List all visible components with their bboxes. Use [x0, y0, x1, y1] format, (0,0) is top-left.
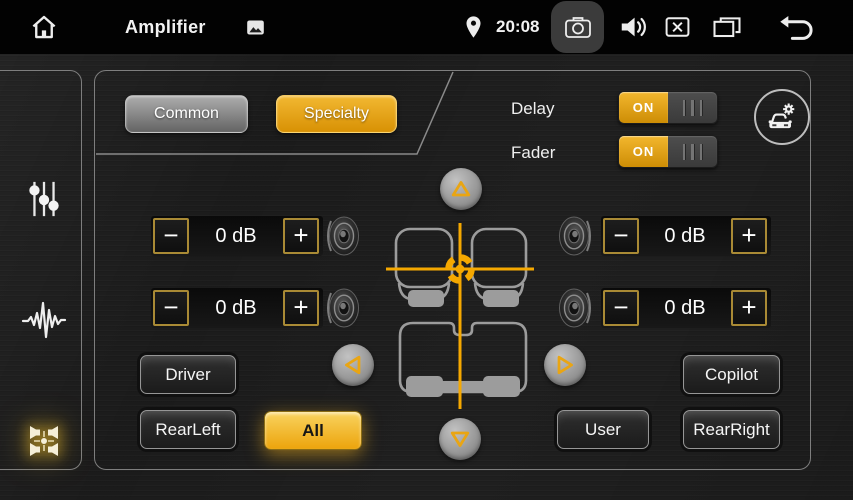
rear-bench-seat — [400, 323, 526, 392]
tab-common[interactable]: Common — [125, 95, 248, 133]
toggle-grip-icon — [668, 92, 717, 123]
minus-button[interactable]: − — [153, 290, 189, 326]
gain-value-rear-left: 0 dB — [215, 297, 256, 320]
speaker-icon — [323, 286, 361, 330]
toggle-grip-icon — [668, 136, 717, 167]
speaker-icon — [323, 214, 361, 258]
camera-icon[interactable] — [551, 1, 604, 53]
recents-icon[interactable] — [708, 0, 746, 54]
amplifier-panel: Common Specialty Delay ON Fader ON — [94, 70, 811, 470]
zone-user-button[interactable]: User — [557, 410, 649, 449]
delay-toggle[interactable]: ON — [618, 91, 718, 124]
close-icon[interactable] — [660, 0, 694, 54]
zone-copilot-button[interactable]: Copilot — [683, 355, 780, 394]
gain-row-front-right: − 0 dB + — [601, 216, 771, 256]
location-icon — [460, 0, 486, 54]
front-left-seat — [396, 229, 452, 287]
gain-row-rear-left: − 0 dB + — [151, 288, 323, 328]
fader-toggle-on-label: ON — [619, 136, 668, 167]
plus-button[interactable]: + — [731, 290, 767, 326]
tab-specialty[interactable]: Specialty — [276, 95, 397, 133]
car-settings-icon[interactable] — [754, 89, 810, 145]
fader-toggle[interactable]: ON — [618, 135, 718, 168]
gain-row-front-left: − 0 dB + — [151, 216, 323, 256]
gain-row-rear-right: − 0 dB + — [601, 288, 771, 328]
arrow-left-icon[interactable] — [332, 344, 374, 386]
minus-button[interactable]: − — [153, 218, 189, 254]
crosshair-target-icon — [449, 258, 472, 281]
plus-button[interactable]: + — [283, 218, 319, 254]
zone-driver-button[interactable]: Driver — [140, 355, 236, 394]
home-icon[interactable] — [26, 0, 62, 54]
speaker-icon — [557, 214, 595, 258]
equalizer-icon[interactable] — [20, 175, 68, 223]
plus-button[interactable]: + — [731, 218, 767, 254]
zone-all-button[interactable]: All — [264, 411, 362, 450]
plus-button[interactable]: + — [283, 290, 319, 326]
speaker-balance-icon[interactable] — [20, 417, 68, 465]
arrow-down-icon[interactable] — [439, 418, 481, 460]
seat-balance-map — [376, 181, 546, 446]
status-bar: Amplifier 20:08 — [0, 0, 853, 54]
arrow-right-icon[interactable] — [544, 344, 586, 386]
page-title: Amplifier — [125, 0, 206, 54]
gain-value-front-left: 0 dB — [215, 225, 256, 248]
clock: 20:08 — [496, 0, 539, 54]
gain-value-rear-right: 0 dB — [664, 297, 705, 320]
zone-rearleft-button[interactable]: RearLeft — [140, 410, 236, 449]
minus-button[interactable]: − — [603, 290, 639, 326]
delay-toggle-on-label: ON — [619, 92, 668, 123]
gallery-icon[interactable] — [240, 0, 270, 54]
speaker-icon — [557, 286, 595, 330]
delay-label: Delay — [511, 99, 554, 119]
back-icon[interactable] — [774, 0, 820, 54]
fader-label: Fader — [511, 143, 555, 163]
arrow-up-icon[interactable] — [440, 168, 482, 210]
volume-icon[interactable] — [614, 0, 654, 54]
waveform-icon[interactable] — [20, 296, 68, 344]
gain-value-front-right: 0 dB — [664, 225, 705, 248]
sidebar — [0, 70, 82, 470]
minus-button[interactable]: − — [603, 218, 639, 254]
amplifier-screen: Amplifier 20:08 — [0, 0, 853, 500]
front-right-seat — [472, 229, 526, 287]
zone-rearright-button[interactable]: RearRight — [683, 410, 780, 449]
